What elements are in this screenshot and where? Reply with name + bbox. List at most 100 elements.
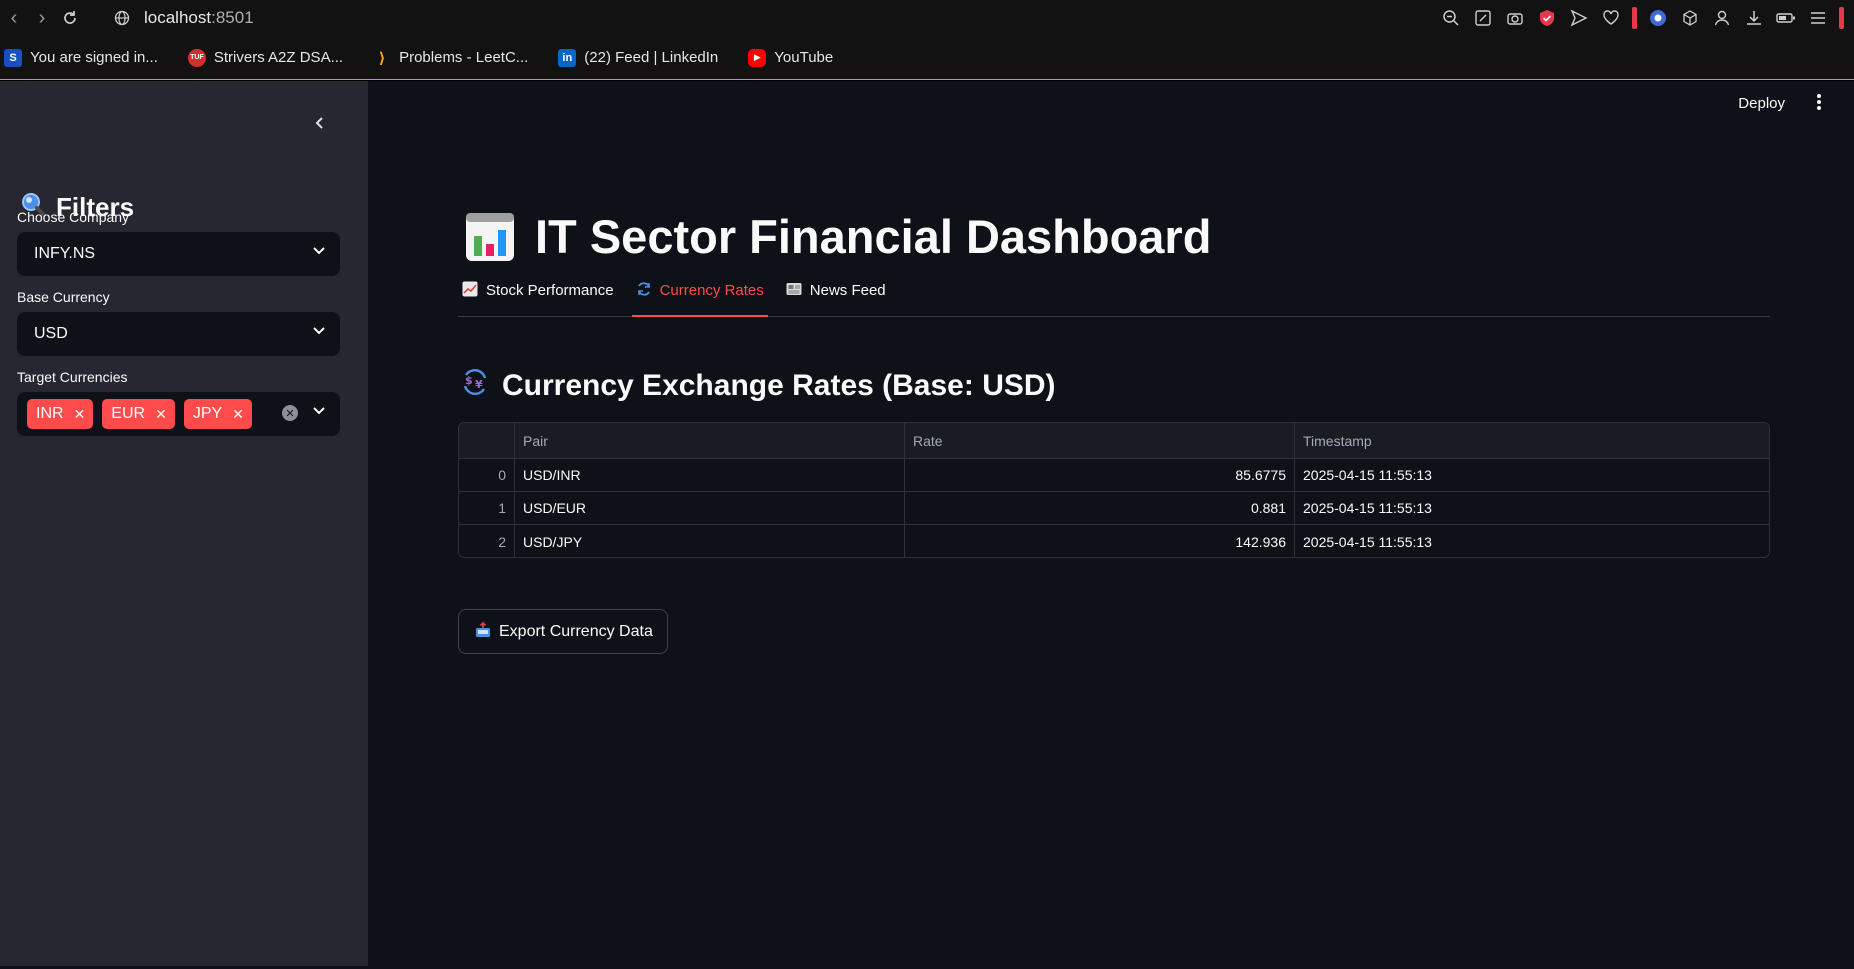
bookmark-strivers[interactable]: TUF Strivers A2Z DSA... — [187, 48, 344, 67]
outbox-icon — [475, 621, 491, 642]
streamlit-app: Filters Choose Company INFY.NS Base Curr… — [0, 81, 1854, 969]
currency-chip-eur: EUR ✕ — [102, 399, 175, 429]
chevron-down-icon — [312, 323, 326, 342]
base-currency-select[interactable]: USD — [17, 312, 340, 356]
rate-cell[interactable]: 142.936 — [905, 525, 1295, 557]
shield-icon[interactable] — [1536, 7, 1558, 29]
pair-cell[interactable]: USD/INR — [515, 459, 905, 491]
table-row: 0 USD/INR 85.6775 2025-04-15 11:55:13 — [459, 459, 1769, 492]
company-label: Choose Company — [17, 209, 130, 225]
remove-chip-icon[interactable]: ✕ — [155, 406, 167, 423]
page-title-text: IT Sector Financial Dashboard — [535, 210, 1212, 263]
bookmark-signed-in[interactable]: S You are signed in... — [4, 48, 158, 67]
main-content: Deploy IT Sector Financial Dashboard Sto… — [368, 81, 1854, 966]
bookmarks-bar: S You are signed in... TUF Strivers A2Z … — [0, 36, 1854, 80]
timestamp-cell[interactable]: 2025-04-15 11:55:13 — [1295, 492, 1769, 524]
target-currencies-multiselect[interactable]: INR ✕ EUR ✕ JPY ✕ ✕ — [17, 392, 340, 436]
svg-text:$: $ — [465, 374, 473, 387]
reload-icon[interactable] — [56, 0, 84, 36]
bookmark-label: Strivers A2Z DSA... — [213, 49, 344, 66]
base-currency-value: USD — [34, 325, 68, 342]
column-header-timestamp[interactable]: Timestamp — [1295, 423, 1769, 458]
rate-cell[interactable]: 85.6775 — [905, 459, 1295, 491]
deploy-button[interactable]: Deploy — [1738, 95, 1785, 112]
address-bar[interactable]: localhost:8501 — [112, 8, 254, 28]
send-icon[interactable] — [1568, 7, 1590, 29]
currency-exchange-icon: $ ¥ — [460, 367, 490, 404]
menu-lines-icon[interactable] — [1807, 7, 1829, 29]
heart-icon[interactable] — [1600, 7, 1622, 29]
battery-icon[interactable] — [1775, 7, 1797, 29]
bookmark-label: You are signed in... — [30, 49, 158, 66]
section-title: $ ¥ Currency Exchange Rates (Base: USD) — [460, 367, 1056, 404]
export-currency-button[interactable]: Export Currency Data — [458, 609, 668, 654]
table-header-row: Pair Rate Timestamp — [459, 423, 1769, 459]
line-chart-icon — [462, 281, 478, 300]
bookmark-leetcode[interactable]: ⟩ Problems - LeetC... — [373, 49, 529, 67]
browser-toolbar: ‹ › localhost:8501 — [0, 0, 1854, 36]
rate-cell[interactable]: 0.881 — [905, 492, 1295, 524]
table-row: 1 USD/EUR 0.881 2025-04-15 11:55:13 — [459, 492, 1769, 525]
edit-icon[interactable] — [1472, 7, 1494, 29]
page-title: IT Sector Financial Dashboard — [465, 209, 1211, 264]
camera-icon[interactable] — [1504, 7, 1526, 29]
column-header-index[interactable] — [459, 423, 515, 458]
tab-bar: Stock Performance Currency Rates News Fe… — [458, 265, 1770, 317]
chip-label: INR — [36, 405, 64, 422]
s-icon: S — [4, 48, 22, 67]
back-icon[interactable]: ‹ — [0, 0, 28, 36]
tab-currency-rates[interactable]: Currency Rates — [631, 264, 768, 317]
newspaper-icon — [786, 281, 802, 300]
collapse-sidebar-icon[interactable] — [308, 111, 332, 135]
refresh-arrows-icon — [636, 281, 652, 300]
extension-gear-icon[interactable] — [1647, 7, 1669, 29]
target-currencies-label: Target Currencies — [17, 369, 128, 385]
bar-chart-icon — [465, 212, 515, 262]
chevron-down-icon — [312, 243, 326, 262]
zoom-out-icon[interactable] — [1440, 7, 1462, 29]
remove-chip-icon[interactable]: ✕ — [232, 406, 244, 423]
company-select[interactable]: INFY.NS — [17, 232, 340, 276]
column-header-rate[interactable]: Rate — [905, 423, 1295, 458]
bookmark-youtube[interactable]: ▶ YouTube — [748, 48, 833, 67]
youtube-icon: ▶ — [748, 48, 767, 67]
chip-label: JPY — [192, 405, 223, 422]
table-row: 2 USD/JPY 142.936 2025-04-15 11:55:13 — [459, 525, 1769, 557]
row-index[interactable]: 2 — [459, 525, 515, 557]
currency-chip-jpy: JPY ✕ — [183, 399, 252, 429]
more-options-icon[interactable] — [1816, 93, 1822, 117]
divider-icon — [1632, 7, 1637, 29]
linkedin-icon: in — [558, 48, 577, 67]
bookmark-label: (22) Feed | LinkedIn — [584, 49, 719, 66]
row-index[interactable]: 0 — [459, 459, 515, 491]
download-icon[interactable] — [1743, 7, 1765, 29]
tab-label: Currency Rates — [659, 281, 764, 299]
pair-cell[interactable]: USD/EUR — [515, 492, 905, 524]
tab-stock-performance[interactable]: Stock Performance — [458, 264, 618, 316]
pair-cell[interactable]: USD/JPY — [515, 525, 905, 557]
currency-table[interactable]: Pair Rate Timestamp 0 USD/INR 85.6775 20… — [458, 422, 1770, 558]
tab-label: Stock Performance — [486, 281, 614, 299]
clear-all-icon[interactable]: ✕ — [282, 405, 298, 421]
row-index[interactable]: 1 — [459, 492, 515, 524]
currency-chip-inr: INR ✕ — [27, 399, 94, 429]
globe-icon — [112, 8, 132, 28]
chevron-down-icon[interactable] — [312, 403, 326, 422]
svg-text:¥: ¥ — [475, 378, 483, 391]
remove-chip-icon[interactable]: ✕ — [74, 406, 86, 423]
sidebar: Filters Choose Company INFY.NS Base Curr… — [0, 81, 368, 966]
timestamp-cell[interactable]: 2025-04-15 11:55:13 — [1295, 525, 1769, 557]
tab-news-feed[interactable]: News Feed — [782, 264, 890, 316]
tuf-icon: TUF — [187, 48, 206, 67]
leetcode-icon: ⟩ — [378, 49, 386, 67]
bookmark-linkedin[interactable]: in (22) Feed | LinkedIn — [558, 48, 719, 67]
section-title-text: Currency Exchange Rates (Base: USD) — [502, 368, 1056, 402]
forward-icon[interactable]: › — [28, 0, 56, 36]
timestamp-cell[interactable]: 2025-04-15 11:55:13 — [1295, 459, 1769, 491]
cube-icon[interactable] — [1679, 7, 1701, 29]
chip-label: EUR — [111, 405, 146, 422]
column-header-pair[interactable]: Pair — [515, 423, 905, 458]
base-currency-label: Base Currency — [17, 289, 110, 305]
bookmark-label: Problems - LeetC... — [399, 49, 529, 66]
profile-icon[interactable] — [1711, 7, 1733, 29]
